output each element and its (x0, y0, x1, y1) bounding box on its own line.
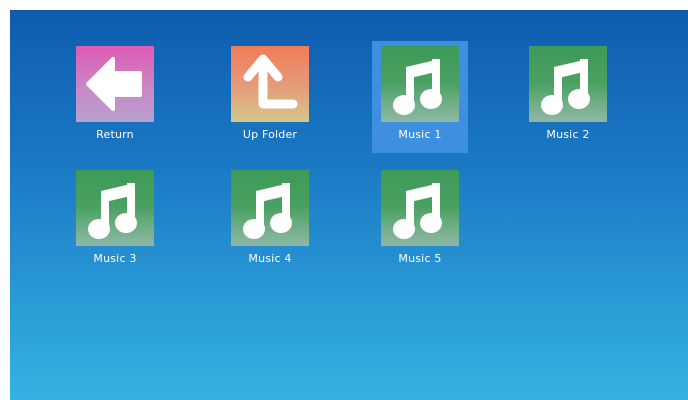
music-5-item[interactable]: Music 5 (372, 165, 468, 277)
return-label: Return (96, 128, 134, 141)
music-note-icon (231, 170, 309, 246)
music-note-icon (381, 170, 459, 246)
music-2-item[interactable]: Music 2 (520, 41, 616, 153)
music-3-item[interactable]: Music 3 (67, 165, 163, 277)
music-note-icon (381, 46, 459, 122)
arrow-up-return-icon (231, 46, 309, 122)
music-4-item[interactable]: Music 4 (222, 165, 318, 277)
arrow-left-icon (76, 46, 154, 122)
music-1-item[interactable]: Music 1 (372, 41, 468, 153)
music-2-label: Music 2 (546, 128, 590, 141)
music-4-label: Music 4 (248, 252, 292, 265)
up-folder-item[interactable]: Up Folder (222, 41, 318, 153)
file-browser-screen: Return Up Folder Music 1 Music 2 Music 3… (10, 10, 688, 400)
music-5-label: Music 5 (398, 252, 442, 265)
music-3-label: Music 3 (93, 252, 137, 265)
music-note-icon (76, 170, 154, 246)
music-note-icon (529, 46, 607, 122)
return-item[interactable]: Return (67, 41, 163, 153)
up-folder-label: Up Folder (242, 128, 298, 141)
music-1-label: Music 1 (398, 128, 442, 141)
